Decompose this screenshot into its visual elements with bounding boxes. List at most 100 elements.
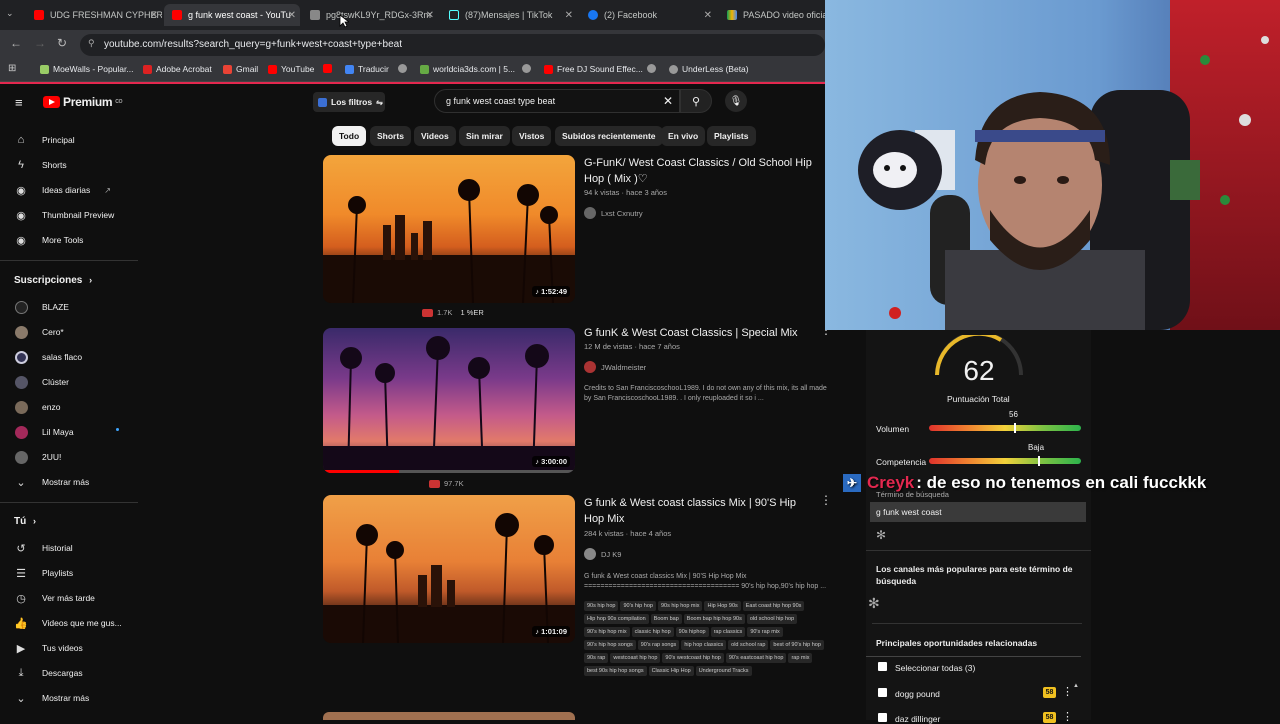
tag-chip[interactable]: 90's rap mix bbox=[747, 627, 783, 637]
tag-chip[interactable]: old school rap bbox=[728, 640, 769, 650]
chip-videos[interactable]: Videos bbox=[414, 126, 456, 146]
scroll-up-icon[interactable]: ▲ bbox=[1073, 683, 1079, 689]
tab-search-icon[interactable]: ⌄ bbox=[6, 8, 14, 19]
tag-chip[interactable]: classic hip hop bbox=[631, 627, 674, 637]
close-tab-icon[interactable]: ✕ bbox=[150, 10, 158, 21]
checkbox[interactable] bbox=[878, 662, 887, 671]
bookmark-globe-2[interactable] bbox=[522, 64, 531, 73]
close-tab-icon[interactable]: ✕ bbox=[426, 10, 434, 21]
video-thumbnail-4-partial[interactable] bbox=[323, 712, 575, 720]
bookmark-gmail[interactable]: Gmail bbox=[223, 64, 258, 74]
clear-search-icon[interactable]: ✕ bbox=[663, 94, 673, 108]
tag-chip[interactable]: 90's hip hop songs bbox=[584, 640, 636, 650]
search-input[interactable]: g funk west coast type beat ✕ bbox=[434, 89, 680, 113]
back-arrow-icon[interactable]: ← bbox=[10, 36, 22, 50]
tag-chip[interactable]: westcoast hip hop bbox=[610, 653, 661, 663]
sidebar-item-historial[interactable]: ↺ Historial bbox=[14, 541, 72, 555]
tag-chip[interactable]: 90's eastcoast hip hop bbox=[725, 653, 787, 663]
sidebar-item-playlists[interactable]: ☰ Playlists bbox=[14, 566, 73, 580]
tag-chip[interactable]: East coast hip hop 90s bbox=[742, 601, 805, 611]
video-title-2[interactable]: G funK & West Coast Classics | Special M… bbox=[584, 325, 814, 341]
video-title-3[interactable]: G funk & West coast classics Mix | 90'S … bbox=[584, 495, 814, 527]
sidebar-item-principal[interactable]: ⌂ Principal bbox=[14, 133, 75, 147]
channel-link[interactable]: JWaldmeister bbox=[584, 361, 646, 373]
chip-shorts[interactable]: Shorts bbox=[370, 126, 411, 146]
tag-chip[interactable]: rap mix bbox=[788, 653, 813, 663]
more-actions-icon[interactable]: ⋮ bbox=[1062, 710, 1073, 723]
tag-chip[interactable]: best of 90's hip hop bbox=[770, 640, 824, 650]
bookmark-underless[interactable]: UnderLess (Beta) bbox=[669, 64, 749, 74]
voice-search-button[interactable]: 🎙 bbox=[725, 90, 747, 112]
sidebar-item-more-tools[interactable]: ◉ More Tools bbox=[14, 233, 83, 247]
channel-link[interactable]: Lxst Cxnutry bbox=[584, 207, 643, 219]
bookmark-youtube[interactable]: YouTube bbox=[268, 64, 314, 74]
tab-tiktok[interactable]: (87)Mensajes | TikTok ✕ bbox=[441, 4, 577, 26]
sub-cero[interactable]: Cero* bbox=[14, 325, 64, 339]
checkbox[interactable] bbox=[878, 688, 887, 697]
bookmark-globe-3[interactable] bbox=[647, 64, 656, 73]
sub-2uu[interactable]: 2UU! bbox=[14, 450, 61, 464]
tag-chip[interactable]: 90s hiphop bbox=[675, 627, 709, 637]
bookmark-acrobat[interactable]: Adobe Acrobat bbox=[143, 64, 212, 74]
chip-en-vivo[interactable]: En vivo bbox=[661, 126, 706, 146]
video-thumbnail-2[interactable]: ♪ 3:00:00 bbox=[323, 328, 575, 473]
channel-link[interactable]: DJ K9 bbox=[584, 548, 621, 560]
sub-cluster[interactable]: Clúster bbox=[14, 375, 69, 389]
sub-enzo[interactable]: enzo bbox=[14, 400, 60, 414]
tag-chip[interactable]: 90s hip hop mix bbox=[657, 601, 703, 611]
tab-udg[interactable]: UDG FRESHMAN CYPHER ✕ bbox=[26, 4, 162, 26]
show-more-you[interactable]: ⌄ Mostrar más bbox=[14, 691, 89, 705]
tag-chip[interactable]: Boom bap bbox=[650, 614, 682, 624]
bookmark-dj-effects[interactable]: Free DJ Sound Effec... bbox=[544, 64, 643, 74]
sidebar-item-downloads[interactable]: ⤓ Descargas bbox=[14, 666, 83, 680]
tag-chip[interactable]: 90's hip hop bbox=[620, 601, 656, 611]
url-input[interactable]: ⚲ youtube.com/results?search_query=g+fun… bbox=[80, 34, 825, 56]
forward-arrow-icon[interactable]: → bbox=[34, 36, 46, 50]
chip-playlists[interactable]: Playlists bbox=[707, 126, 756, 146]
sidebar-item-liked[interactable]: 👍 Videos que me gus... bbox=[14, 616, 122, 630]
more-actions-icon[interactable]: ⋮ bbox=[1062, 685, 1073, 698]
sidebar-item-watch-later[interactable]: ◷ Ver más tarde bbox=[14, 591, 95, 605]
sidebar-item-thumbnail[interactable]: ◉ Thumbnail Preview bbox=[14, 208, 114, 222]
close-tab-icon[interactable]: ✕ bbox=[704, 10, 712, 21]
tag-chip[interactable]: old school hip hop bbox=[746, 614, 798, 624]
tab-pg8[interactable]: pg8tswKL9Yr_RDGx-3Rm ✕ bbox=[302, 4, 438, 26]
sub-lil-maya[interactable]: Lil Maya bbox=[14, 425, 119, 439]
bookmark-moewalls[interactable]: MoeWalls - Popular... bbox=[40, 64, 133, 74]
tag-chip[interactable]: Classic Hip Hop bbox=[648, 666, 694, 676]
subscriptions-heading[interactable]: Suscripciones › bbox=[14, 275, 92, 286]
opportunity-row[interactable]: daz dillinger bbox=[878, 713, 940, 724]
term-input[interactable]: g funk west coast bbox=[870, 502, 1086, 522]
sub-blaze[interactable]: BLAZE bbox=[14, 300, 69, 314]
bookmark-youtube-2[interactable] bbox=[323, 64, 332, 73]
close-tab-icon[interactable]: ✕ bbox=[288, 10, 296, 21]
sidebar-item-shorts[interactable]: ϟ Shorts bbox=[14, 158, 67, 172]
video-thumbnail-1[interactable]: ♪ 1:52:49 bbox=[323, 155, 575, 303]
tag-chip[interactable]: rap classics bbox=[710, 627, 746, 637]
tag-chip[interactable]: 90s hip hop bbox=[584, 601, 619, 611]
tag-chip[interactable]: Underground Tracks bbox=[695, 666, 752, 676]
reload-icon[interactable]: ↻ bbox=[57, 36, 67, 50]
more-actions-icon[interactable]: ⋮ bbox=[820, 493, 832, 507]
site-info-icon[interactable]: ⚲ bbox=[88, 38, 95, 49]
opportunity-row[interactable]: dogg pound bbox=[878, 688, 940, 699]
you-heading[interactable]: Tú › bbox=[14, 516, 36, 527]
tag-chip[interactable]: 90's hip hop mix bbox=[584, 627, 630, 637]
checkbox[interactable] bbox=[878, 713, 887, 722]
bookmark-worldcia[interactable]: worldcia3ds.com | 5... bbox=[420, 64, 515, 74]
show-more-subs[interactable]: ⌄ Mostrar más bbox=[14, 475, 89, 489]
search-button[interactable]: ⚲ bbox=[680, 89, 712, 113]
tag-chip[interactable]: best 90s hip hop songs bbox=[584, 666, 647, 676]
tag-chip[interactable]: Hip hop 90s compilation bbox=[584, 614, 649, 624]
tag-chip[interactable]: 90s rap bbox=[584, 653, 609, 663]
sidebar-item-your-videos[interactable]: ▶ Tus videos bbox=[14, 641, 83, 655]
chip-sin-mirar[interactable]: Sin mirar bbox=[459, 126, 510, 146]
video-thumbnail-3[interactable]: ♪ 1:01:09 bbox=[323, 495, 575, 643]
apps-grid-icon[interactable]: ⊞ bbox=[8, 63, 16, 74]
tag-chip[interactable]: 90's rap songs bbox=[637, 640, 680, 650]
sub-salas-flaco[interactable]: salas flaco bbox=[14, 350, 82, 364]
bookmark-traducir[interactable]: Traducir bbox=[345, 64, 389, 74]
tab-facebook[interactable]: (2) Facebook ✕ bbox=[580, 4, 716, 26]
select-all-row[interactable]: Seleccionar todas (3) bbox=[878, 662, 975, 673]
chip-todo[interactable]: Todo bbox=[332, 126, 367, 146]
